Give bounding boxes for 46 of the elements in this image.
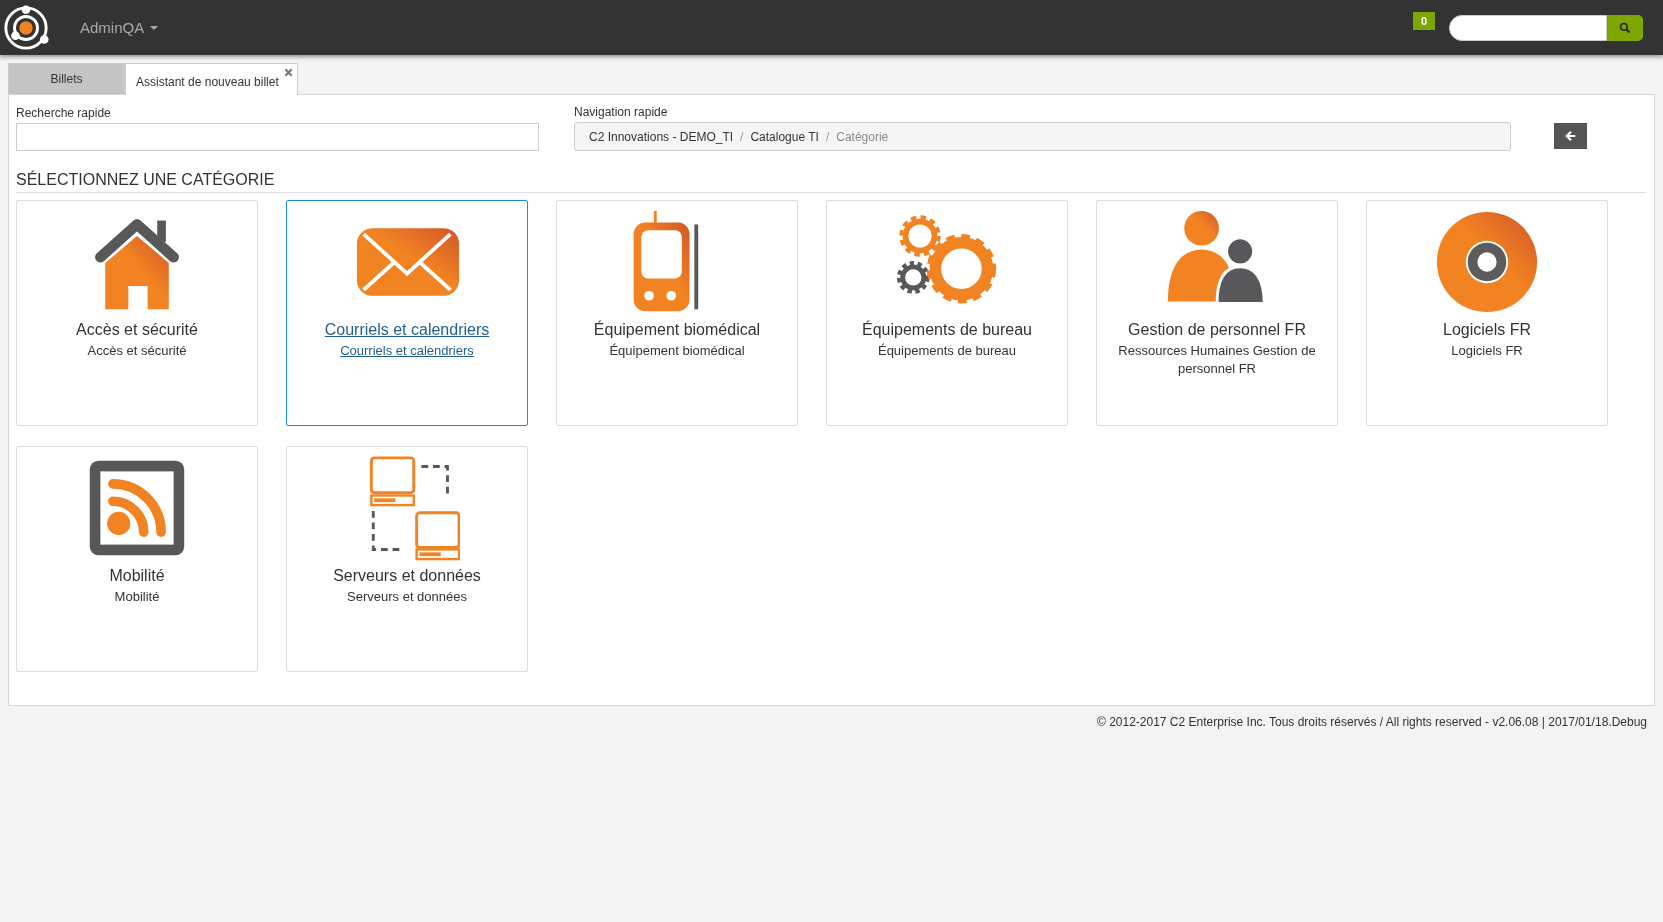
category-title: Accès et sécurité <box>76 321 198 339</box>
close-icon[interactable] <box>283 68 293 77</box>
category-description: Équipement biomédical <box>608 342 746 360</box>
copyright-footer: © 2012-2017 C2 Enterprise Inc. Tous droits réservés / All rights reserved - v2.06.08 | 2017/01/18.Debug <box>8 706 1655 729</box>
tab[interactable]: Billets <box>8 63 125 94</box>
breadcrumb-separator: / <box>825 129 830 144</box>
category-title: Courriels et calendriers <box>324 321 490 339</box>
search-button[interactable] <box>1607 14 1643 41</box>
breadcrumb-separator: / <box>740 129 744 144</box>
category-card[interactable]: Accès et sécurité Accès et sécurité <box>16 200 258 426</box>
caret-icon <box>150 25 159 30</box>
category-description: Accès et sécurité <box>86 342 188 360</box>
category-title: Serveurs et données <box>333 567 481 585</box>
category-card[interactable]: Équipement biomédical Équipement biomédical <box>556 200 798 426</box>
category-card[interactable]: Serveurs et données Serveurs et données <box>286 446 528 672</box>
tab[interactable]: Assistant de nouveau billet <box>125 63 298 95</box>
category-description: Courriels et calendriers <box>339 342 475 360</box>
breadcrumb-item: Catégorie <box>836 129 889 144</box>
category-card[interactable]: Mobilité Mobilité <box>16 446 258 672</box>
field-label: Recherche rapide <box>16 106 112 120</box>
search-icon <box>1619 21 1631 34</box>
section-title: SÉLECTIONNEZ UNE CATÉGORIE <box>16 171 1646 193</box>
category-title: Équipement biomédical <box>593 321 761 339</box>
breadcrumb-item[interactable]: C2 Innovations - DEMO_TI <box>589 129 734 144</box>
disc-icon <box>1434 209 1540 315</box>
field-label: Navigation rapide <box>574 105 669 119</box>
breadcrumb-item[interactable]: Catalogue TI <box>750 129 819 144</box>
category-title: Équipements de bureau <box>862 321 1032 339</box>
category-card[interactable]: Gestion de personnel FR Ressources Humaines Gestion de personnel FR <box>1096 200 1338 426</box>
category-card[interactable]: Équipements de bureau Équipements de bureau <box>826 200 1068 426</box>
logo-icon[interactable] <box>2 3 50 52</box>
category-description: Mobilité <box>113 588 161 606</box>
user-menu[interactable]: AdminQA <box>80 19 159 36</box>
arrow-left-icon <box>1564 130 1577 142</box>
category-card[interactable]: Logiciels FR Logiciels FR <box>1366 200 1608 426</box>
category-title: Gestion de personnel FR <box>1128 321 1306 339</box>
category-description: Logiciels FR <box>1450 342 1524 360</box>
search-field[interactable] <box>1449 14 1607 41</box>
quick-search-field[interactable] <box>16 123 539 151</box>
category-title: Logiciels FR <box>1443 321 1531 339</box>
category-description: Équipements de bureau <box>876 342 1017 360</box>
category-description: Serveurs et données <box>346 588 468 606</box>
category-description: Ressources Humaines Gestion de personnel FR <box>1117 342 1317 378</box>
back-button[interactable] <box>1554 123 1587 149</box>
category-card[interactable]: Courriels et calendriers Courriels et calendriers <box>286 200 528 426</box>
category-title: Mobilité <box>109 567 165 585</box>
